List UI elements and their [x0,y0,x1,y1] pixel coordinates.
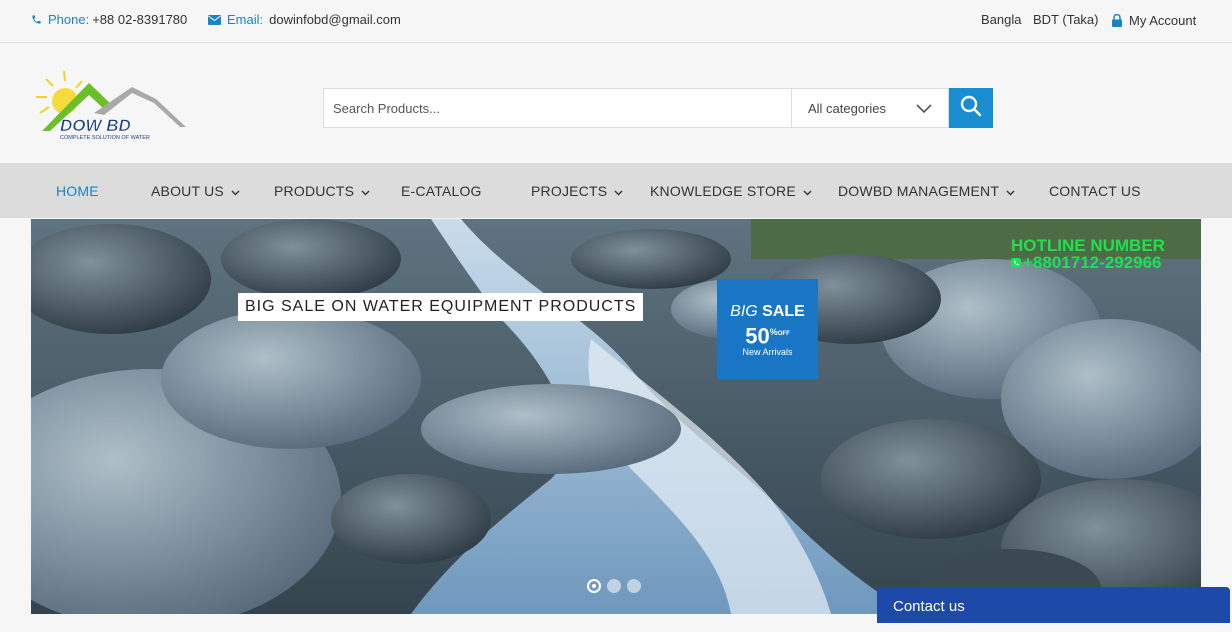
lock-icon [1111,14,1123,27]
hero-slider[interactable]: BIG SALE ON WATER EQUIPMENT PRODUCTS BIG… [31,219,1201,614]
nav-item-label: PRODUCTS [274,182,355,199]
sale-big-text: BIG [730,303,758,320]
top-bar: Phone: +88 02-8391780 Email: dowinfobd@g… [0,0,1232,43]
sale-subtitle: New Arrivals [742,347,793,358]
contact-us-label[interactable]: Contact us [893,598,965,615]
nav-item-contact-us[interactable]: CONTACT US [1049,163,1141,218]
slider-dot-3[interactable] [627,579,641,593]
chevron-down-icon [231,183,240,199]
nav-item-dowbd-management[interactable]: DOWBD MANAGEMENT [838,163,1015,218]
sale-off-text: OFF [777,331,790,337]
currency-select[interactable]: BDT (Taka) [1033,12,1099,27]
envelope-icon [208,14,221,25]
chevron-down-icon [361,183,370,199]
slide-caption: BIG SALE ON WATER EQUIPMENT PRODUCTS [238,293,644,321]
header: DOW BD COMPLETE SOLUTION OF WATER All ca… [0,43,1232,163]
chevron-down-icon [803,183,812,199]
category-select[interactable]: All categories [791,88,949,128]
nav-item-label: DOWBD MANAGEMENT [838,182,1000,199]
phone-label: Phone: [48,12,90,27]
logo-tagline-text: COMPLETE SOLUTION OF WATER [60,135,150,141]
slider-dot-1[interactable] [587,579,601,593]
sale-percent-value: 50 [745,323,770,349]
main-nav: HOME ABOUT US PRODUCTS E-CATALOG PROJECT… [0,163,1232,218]
nav-item-projects[interactable]: PROJECTS [531,163,623,218]
email-value[interactable]: dowinfobd@gmail.com [269,12,401,27]
slider-dots [587,579,641,593]
hotline-number-row: +8801712-292966 [1011,254,1165,271]
search-icon [960,95,982,122]
chevron-down-icon [1006,183,1015,199]
chevron-down-icon [614,183,623,199]
currency-label[interactable]: BDT (Taka) [1033,12,1099,27]
nav-item-home[interactable]: HOME [56,163,99,218]
hotline-number[interactable]: +8801712-292966 [1023,254,1162,271]
phone-value[interactable]: +88 02-8391780 [92,12,187,27]
phone-info: Phone: +88 02-8391780 [31,12,187,27]
sale-title: BIG SALE [717,303,818,321]
sale-percent-sign: % [769,327,778,337]
nav-item-label: PROJECTS [531,182,608,199]
nav-item-label: KNOWLEDGE STORE [650,182,796,199]
site-logo[interactable]: DOW BD COMPLETE SOLUTION OF WATER [34,69,189,141]
email-info: Email: dowinfobd@gmail.com [208,12,401,27]
nav-item-label: CONTACT US [1049,182,1141,199]
nav-item-products[interactable]: PRODUCTS [274,163,370,218]
my-account-link[interactable]: My Account [1111,13,1196,28]
language-label[interactable]: Bangla [981,12,1021,27]
search-button[interactable] [949,88,993,128]
language-select[interactable]: Bangla [981,12,1021,27]
hotline-block: HOTLINE NUMBER +8801712-292966 [1011,237,1165,271]
search-input[interactable] [323,88,791,128]
chevron-down-icon [916,101,932,116]
contact-us-widget[interactable]: Contact us [877,587,1230,623]
category-selected: All categories [808,100,887,116]
sale-word-text: SALE [762,303,805,320]
nav-item-label: HOME [56,182,99,199]
hero-background-image [31,219,1201,614]
sale-percent: 50%OFF [717,321,818,347]
nav-item-knowledge-store[interactable]: KNOWLEDGE STORE [650,163,812,218]
search-bar: All categories [323,88,993,128]
phone-square-icon [1011,254,1021,271]
sale-badge[interactable]: BIG SALE 50%OFF New Arrivals [717,279,818,379]
email-label: Email: [227,12,264,27]
my-account-label[interactable]: My Account [1129,13,1196,28]
logo-brand-text: DOW BD [60,116,131,135]
slider-dot-2[interactable] [607,579,621,593]
nav-item-label: ABOUT US [151,182,224,199]
nav-item-about-us[interactable]: ABOUT US [151,163,240,218]
nav-item-e-catalog[interactable]: E-CATALOG [401,163,482,218]
nav-item-label: E-CATALOG [401,182,482,199]
phone-icon [31,14,42,25]
hotline-title: HOTLINE NUMBER [1011,236,1165,255]
